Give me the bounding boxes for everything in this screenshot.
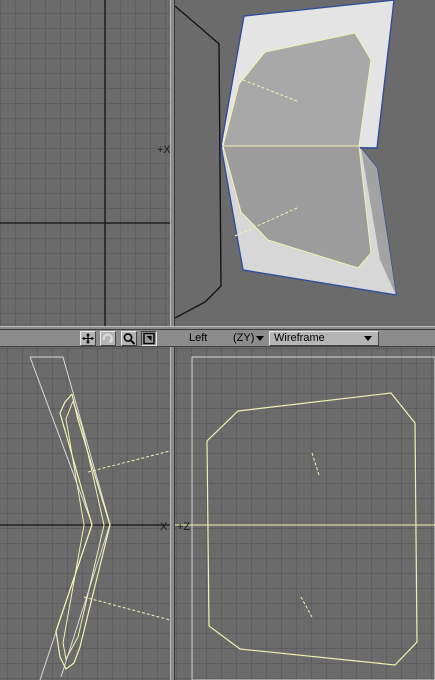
- silhouette-outline: [175, 5, 222, 319]
- perspective-canvas: [175, 0, 397, 319]
- maximize-icon[interactable]: [141, 331, 157, 346]
- render-mode-dropdown[interactable]: Wireframe: [269, 331, 379, 346]
- normal-line-upper: [87, 450, 170, 473]
- viewport-bottom-left[interactable]: X: [0, 347, 170, 680]
- axes-label: (ZY): [233, 332, 255, 344]
- rotate-icon[interactable]: [100, 331, 116, 346]
- viewport-top-left-canvas: +X: [0, 0, 170, 326]
- panel-wireframe: [206, 392, 418, 666]
- viewport-top-left[interactable]: +X: [0, 0, 170, 326]
- chevron-down-icon: [256, 336, 264, 341]
- origin-marker-top-left: +X: [157, 144, 170, 156]
- normal-line-upper: [311, 452, 320, 476]
- view-dropdown-arrow[interactable]: [254, 331, 266, 346]
- view-label: Left: [189, 332, 208, 344]
- origin-marker-bottom-right: +Z: [177, 521, 190, 533]
- move-icon[interactable]: [80, 331, 96, 346]
- viewport-toolbar: Left (ZY) Wireframe: [0, 330, 435, 347]
- bounding-box: [191, 356, 435, 680]
- normal-line-lower: [83, 596, 170, 621]
- viewport-bottom-left-canvas: X: [0, 356, 170, 680]
- zoom-icon[interactable]: [121, 331, 137, 346]
- viewport-left-zy[interactable]: +Z: [175, 347, 435, 680]
- modeler-viewports: +X X +Z Left (ZY) Wireframe: [0, 0, 435, 680]
- chevron-down-icon: [364, 336, 372, 341]
- viewport-perspective[interactable]: [175, 0, 435, 326]
- viewport-left-canvas: +Z: [175, 356, 435, 680]
- bound-outline-right: [30, 356, 111, 678]
- origin-marker-bottom-left: X: [160, 521, 168, 533]
- render-mode-value: Wireframe: [274, 332, 325, 344]
- normal-line-lower: [300, 596, 314, 620]
